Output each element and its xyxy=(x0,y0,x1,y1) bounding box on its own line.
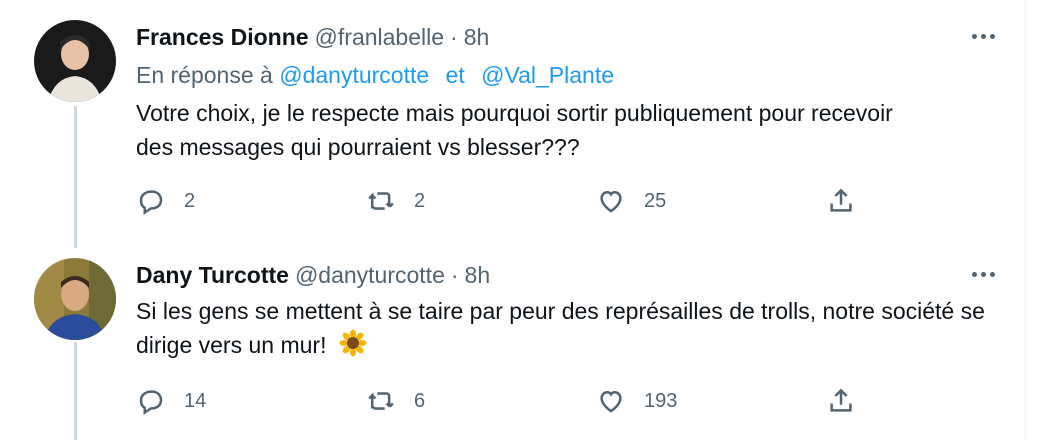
mention-link[interactable]: @danyturcotte xyxy=(279,62,429,88)
timestamp[interactable]: 8h xyxy=(464,22,490,52)
avatar[interactable] xyxy=(34,20,116,102)
heart-icon xyxy=(600,390,622,413)
avatar[interactable] xyxy=(34,258,116,340)
reply-button[interactable]: 2 xyxy=(136,186,366,216)
author-handle[interactable]: @danyturcotte xyxy=(295,260,445,290)
tweet-header: Frances Dionne @franlabelle · 8h xyxy=(136,22,995,52)
separator: · xyxy=(450,262,459,288)
right-border xyxy=(1025,0,1026,440)
heart-icon xyxy=(600,190,622,213)
more-options-icon[interactable] xyxy=(955,24,995,48)
action-bar: 2 2 25 xyxy=(136,186,866,216)
mention-link[interactable]: @Val_Plante xyxy=(481,62,614,88)
sunflower-icon xyxy=(339,329,367,357)
tweet-1[interactable]: Frances Dionne @franlabelle · 8h En répo… xyxy=(0,0,1025,240)
author-name[interactable]: Dany Turcotte xyxy=(136,260,289,290)
separator: · xyxy=(450,24,458,50)
mention-joiner: et xyxy=(445,62,465,88)
retweet-button[interactable]: 2 xyxy=(366,186,596,216)
share-icon xyxy=(830,188,852,212)
share-button[interactable] xyxy=(826,386,856,416)
reply-icon xyxy=(139,390,163,415)
retweet-count: 6 xyxy=(414,389,426,412)
timestamp[interactable]: 8h xyxy=(465,260,491,290)
more-options-icon[interactable] xyxy=(955,262,995,286)
share-button[interactable] xyxy=(826,186,856,216)
tweet-text-body: Si les gens se mettent à se taire par pe… xyxy=(136,298,985,358)
reply-button[interactable]: 14 xyxy=(136,386,366,416)
reply-count: 14 xyxy=(184,389,207,412)
share-icon xyxy=(830,388,852,412)
like-count: 25 xyxy=(644,189,667,212)
reply-icon xyxy=(139,190,163,215)
tweet-header: Dany Turcotte @danyturcotte · 8h xyxy=(136,260,995,290)
reply-count: 2 xyxy=(184,189,196,212)
like-button[interactable]: 193 xyxy=(596,386,826,416)
like-count: 193 xyxy=(644,389,678,412)
tweet-text: Votre choix, je le respecte mais pourquo… xyxy=(136,100,893,160)
author-handle[interactable]: @franlabelle xyxy=(315,22,444,52)
like-button[interactable]: 25 xyxy=(596,186,826,216)
retweet-button[interactable]: 6 xyxy=(366,386,596,416)
retweet-count: 2 xyxy=(414,189,426,212)
tweet-2[interactable]: Dany Turcotte @danyturcotte · 8h Si les … xyxy=(0,240,1025,440)
reply-prefix: En réponse à xyxy=(136,62,273,88)
reply-context: En réponse à @danyturcotte et @Val_Plant… xyxy=(136,60,995,90)
author-name[interactable]: Frances Dionne xyxy=(136,22,309,52)
retweet-icon xyxy=(368,392,394,410)
tweet-text: Si les gens se mettent à se taire par pe… xyxy=(136,294,986,362)
action-bar: 14 6 193 xyxy=(136,386,866,416)
retweet-icon xyxy=(368,192,394,210)
